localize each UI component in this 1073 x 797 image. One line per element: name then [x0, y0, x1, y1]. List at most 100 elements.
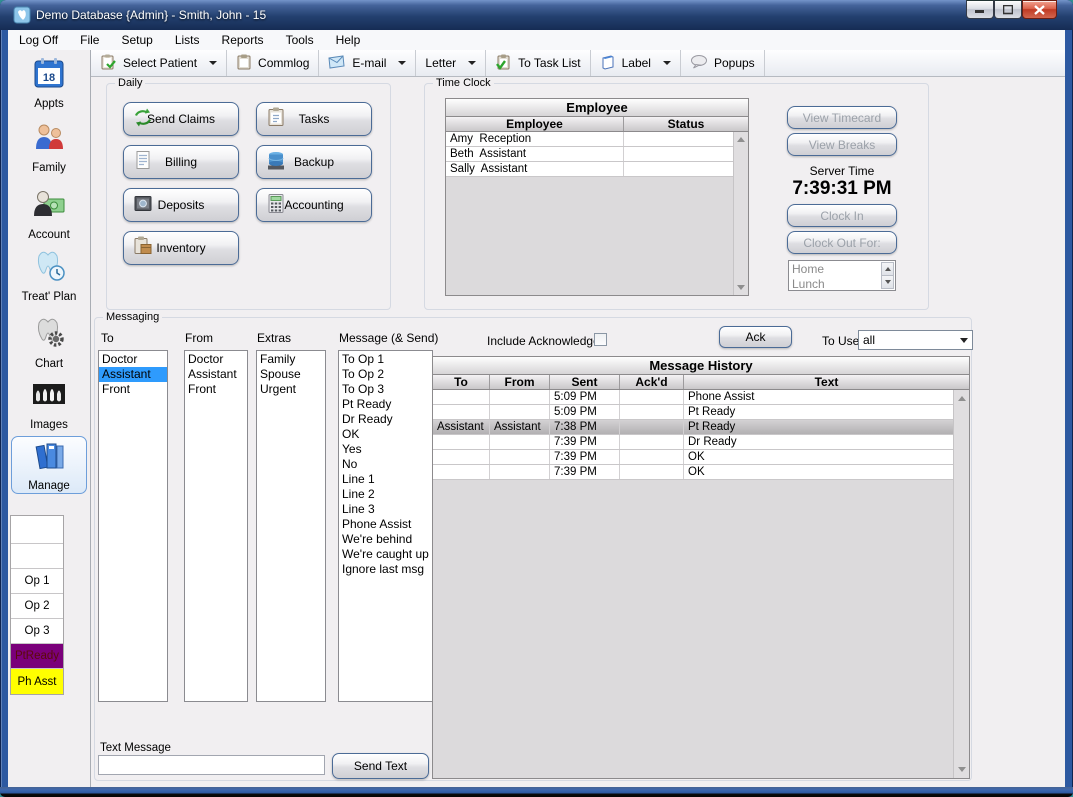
list-item[interactable]: To Op 3	[339, 382, 432, 397]
sidebar-item-images[interactable]: Images	[8, 376, 90, 436]
to-listbox: Doctor Assistant Front	[98, 350, 168, 702]
list-item[interactable]: Line 1	[339, 472, 432, 487]
op-cell-op3[interactable]: Op 3	[11, 619, 63, 644]
list-item[interactable]: Line 3	[339, 502, 432, 517]
list-item[interactable]: Front	[99, 382, 167, 397]
clock-in-button[interactable]: Clock In	[787, 204, 897, 227]
scroll-down-icon[interactable]	[958, 767, 966, 772]
list-item[interactable]: Ignore last msg	[339, 562, 432, 577]
list-item[interactable]: We're behind	[339, 532, 432, 547]
menu-setup[interactable]: Setup	[110, 30, 163, 50]
deposits-button[interactable]: Deposits	[123, 188, 239, 222]
op-cell-ptready[interactable]: PtReady	[11, 644, 63, 669]
history-row[interactable]: 5:09 PM Pt Ready	[433, 405, 953, 420]
list-item[interactable]: Phone Assist	[339, 517, 432, 532]
menu-reports[interactable]: Reports	[211, 30, 275, 50]
select-patient-dropdown-arrow[interactable]	[209, 61, 217, 65]
list-item[interactable]: To Op 1	[339, 352, 432, 367]
chevron-down-icon[interactable]	[956, 331, 972, 349]
scroll-up-icon[interactable]	[737, 137, 745, 142]
menu-lists[interactable]: Lists	[164, 30, 211, 50]
list-item-selected[interactable]: Assistant	[99, 367, 167, 382]
send-text-button[interactable]: Send Text	[332, 753, 429, 779]
op-cell-op1[interactable]: Op 1	[11, 569, 63, 594]
clock-out-option-lunch[interactable]: Lunch	[789, 277, 895, 291]
employee-row[interactable]: Beth Assistant	[446, 147, 733, 162]
history-row-selected[interactable]: Assistant Assistant 7:38 PM Pt Ready	[433, 420, 953, 435]
list-item[interactable]: Family	[257, 352, 325, 367]
include-acknowledged-checkbox[interactable]	[594, 333, 607, 346]
list-item[interactable]: Yes	[339, 442, 432, 457]
clock-out-for-button[interactable]: Clock Out For:	[787, 231, 897, 254]
sidebar-item-account[interactable]: Account	[8, 186, 90, 246]
op-cell-empty[interactable]	[11, 544, 63, 569]
list-item[interactable]: Doctor	[185, 352, 247, 367]
message-history-scrollbar[interactable]	[953, 390, 969, 778]
list-item[interactable]: OK	[339, 427, 432, 442]
sidebar-item-manage[interactable]: Manage	[11, 436, 87, 494]
label-button[interactable]: Label	[591, 50, 681, 76]
list-item[interactable]: Front	[185, 382, 247, 397]
history-row[interactable]: 7:39 PM OK	[433, 465, 953, 480]
letter-button[interactable]: Letter	[416, 50, 486, 76]
maximize-button[interactable]	[994, 0, 1022, 19]
history-row[interactable]: 7:39 PM Dr Ready	[433, 435, 953, 450]
sidebar-item-family[interactable]: Family	[8, 119, 90, 179]
to-list-label: To	[101, 331, 114, 345]
scroll-down-icon[interactable]	[737, 285, 745, 290]
clock-out-option-home[interactable]: Home	[789, 262, 895, 277]
op-cell-op2[interactable]: Op 2	[11, 594, 63, 619]
to-user-dropdown[interactable]: all	[858, 330, 973, 350]
inventory-button[interactable]: Inventory	[123, 231, 239, 265]
history-row[interactable]: 7:39 PM OK	[433, 450, 953, 465]
list-item[interactable]: Dr Ready	[339, 412, 432, 427]
list-item[interactable]: To Op 2	[339, 367, 432, 382]
view-timecard-button[interactable]: View Timecard	[787, 106, 897, 129]
select-patient-button[interactable]: Select Patient	[91, 50, 227, 76]
commlog-button[interactable]: Commlog	[227, 50, 319, 76]
menu-tools[interactable]: Tools	[275, 30, 325, 50]
list-item[interactable]: Line 2	[339, 487, 432, 502]
op-cell-empty[interactable]	[11, 516, 63, 544]
title-bar[interactable]: Demo Database {Admin} - Smith, John - 15	[0, 0, 1073, 30]
from-listbox: Doctor Assistant Front	[184, 350, 248, 702]
menu-help[interactable]: Help	[325, 30, 372, 50]
to-task-list-button[interactable]: To Task List	[486, 50, 590, 76]
list-item[interactable]: No	[339, 457, 432, 472]
list-item[interactable]: Doctor	[99, 352, 167, 367]
billing-button[interactable]: Billing	[123, 145, 239, 179]
email-button[interactable]: E-mail	[319, 50, 416, 76]
employee-row[interactable]: Sally Assistant	[446, 162, 733, 177]
op-cell-phasst[interactable]: Ph Asst	[11, 669, 63, 694]
letter-dropdown-arrow[interactable]	[468, 61, 476, 65]
popups-button[interactable]: Popups	[681, 50, 765, 76]
send-claims-button[interactable]: Send Claims	[123, 102, 239, 136]
list-item[interactable]: Assistant	[185, 367, 247, 382]
text-message-input[interactable]	[98, 755, 325, 775]
listbox-scroll-down[interactable]	[881, 275, 894, 289]
menu-file[interactable]: File	[69, 30, 110, 50]
employee-row[interactable]: Amy Reception	[446, 132, 733, 147]
history-row[interactable]: 5:09 PM Phone Assist	[433, 390, 953, 405]
accounting-button[interactable]: Accounting	[256, 188, 372, 222]
list-item[interactable]: Urgent	[257, 382, 325, 397]
list-item[interactable]: We're caught up	[339, 547, 432, 562]
view-breaks-button[interactable]: View Breaks	[787, 133, 897, 156]
listbox-scroll-up[interactable]	[881, 262, 894, 276]
close-button[interactable]	[1022, 0, 1057, 19]
menu-log-off[interactable]: Log Off	[8, 30, 69, 50]
scroll-up-icon[interactable]	[958, 396, 966, 401]
label-dropdown-arrow[interactable]	[663, 61, 671, 65]
list-item[interactable]: Spouse	[257, 367, 325, 382]
backup-button[interactable]: Backup	[256, 145, 372, 179]
sidebar-item-treat-plan[interactable]: Treat' Plan	[8, 248, 90, 308]
email-dropdown-arrow[interactable]	[398, 61, 406, 65]
tasks-button[interactable]: Tasks	[256, 102, 372, 136]
list-item[interactable]: Pt Ready	[339, 397, 432, 412]
minimize-button[interactable]	[966, 0, 994, 19]
sidebar-item-appts[interactable]: 18 Appts	[8, 55, 90, 115]
employee-grid-scrollbar[interactable]	[733, 132, 748, 295]
sidebar-item-chart[interactable]: Chart	[8, 315, 90, 375]
ack-button[interactable]: Ack	[719, 326, 792, 348]
messaging-group-label: Messaging	[103, 311, 162, 324]
